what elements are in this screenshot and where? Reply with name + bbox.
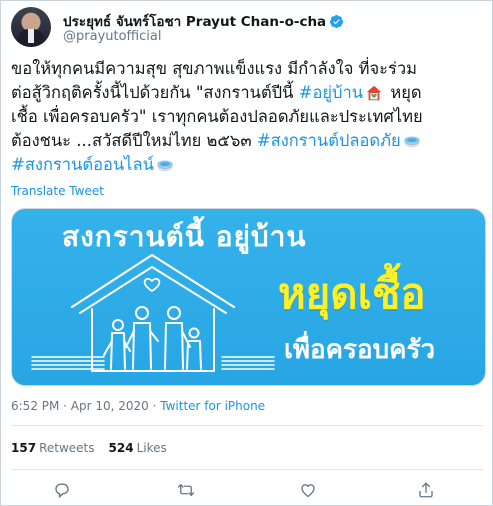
hashtag-link[interactable]: #อยู่บ้าน bbox=[299, 81, 363, 105]
retweet-icon bbox=[177, 484, 195, 496]
reply-icon bbox=[55, 483, 69, 499]
tweet-text-line: ต่อสู้วิกฤติครั้งนี้ไปด้วยกัน "สงกรานต์ป… bbox=[11, 81, 487, 105]
media-headline: สงกรานต์นี้ อยู่บ้าน bbox=[62, 220, 307, 253]
share-icon bbox=[419, 482, 433, 498]
tweet-text-segment: ต่อสู้วิกฤติครั้งนี้ไปด้วยกัน "สงกรานต์ป… bbox=[11, 83, 299, 102]
tweet-card: ประยุทธ์ จันทร์โอชา Prayut Chan-o-cha @p… bbox=[0, 0, 493, 506]
translate-tweet-link[interactable]: Translate Tweet bbox=[11, 184, 104, 198]
tweet-stats: 157 Retweets 524 Likes bbox=[11, 441, 167, 455]
tweet-text-line: ขอให้ทุกคนมีความสุข สุขภาพแข็งแรง มีกำลั… bbox=[11, 57, 487, 81]
tweet-text-line: เชื้อ เพื่อครอบครัว" เราทุกคนต้องปลอดภัย… bbox=[11, 105, 487, 129]
media-big-text: หยุดเชื้อ bbox=[278, 269, 426, 318]
tweet-timestamp: 6:52 PM · Apr 10, 2020 · Twitter for iPh… bbox=[11, 399, 265, 413]
divider bbox=[11, 469, 483, 470]
tweet-text: ขอให้ทุกคนมีความสุข สุขภาพแข็งแรง มีกำลั… bbox=[11, 57, 487, 177]
avatar[interactable] bbox=[11, 7, 51, 47]
reply-button[interactable] bbox=[53, 481, 73, 501]
tweet-media-image[interactable]: สงกรานต์นี้ อยู่บ้าน หยุดเชื้อ เพื่อครอบ… bbox=[11, 208, 486, 386]
tweet-time-date[interactable]: 6:52 PM · Apr 10, 2020 · bbox=[11, 399, 160, 413]
water-bowl-emoji bbox=[404, 136, 420, 148]
tweet-text-line: ต้องชนะ ...สวัสดีปีใหม่ไทย ๒๕๖๓ #สงกรานต… bbox=[11, 129, 487, 153]
tweet-text-segment: ขอให้ทุกคนมีความสุข สุขภาพแข็งแรง มีกำลั… bbox=[11, 59, 418, 78]
house-heart-emoji bbox=[366, 85, 382, 101]
hashtag-link[interactable]: #สงกรานต์ออนไลน์ bbox=[11, 153, 154, 177]
retweet-button[interactable] bbox=[177, 481, 197, 501]
retweets-stat[interactable]: 157 Retweets bbox=[11, 441, 95, 455]
tweet-actions bbox=[41, 481, 461, 503]
water-bowl-emoji bbox=[157, 160, 173, 172]
tweet-text-segment: หยุด bbox=[385, 83, 422, 102]
divider bbox=[11, 425, 483, 426]
like-icon bbox=[301, 484, 315, 498]
likes-stat[interactable]: 524 Likes bbox=[109, 441, 167, 455]
verified-badge-icon bbox=[330, 14, 344, 28]
media-sub-text: เพื่อครอบครัว bbox=[284, 335, 436, 365]
hashtag-link[interactable]: #สงกรานต์ปลอดภัย bbox=[257, 129, 401, 153]
tweet-text-line: #สงกรานต์ออนไลน์ bbox=[11, 153, 487, 177]
tweet-header: ประยุทธ์ จันทร์โอชา Prayut Chan-o-cha @p… bbox=[11, 7, 481, 47]
tweet-text-segment: ต้องชนะ ...สวัสดีปีใหม่ไทย ๒๕๖๓ bbox=[11, 131, 257, 150]
author-handle[interactable]: @prayutofficial bbox=[63, 29, 161, 44]
tweet-source-link[interactable]: Twitter for iPhone bbox=[160, 399, 265, 413]
like-button[interactable] bbox=[299, 481, 319, 501]
tweet-text-segment: เชื้อ เพื่อครอบครัว" เราทุกคนต้องปลอดภัย… bbox=[11, 107, 423, 126]
share-button[interactable] bbox=[417, 481, 437, 501]
